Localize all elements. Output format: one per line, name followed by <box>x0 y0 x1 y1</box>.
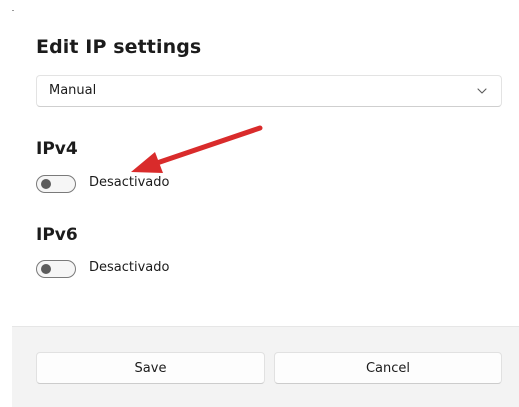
ipv4-toggle-row: Desactivado <box>36 174 236 196</box>
ipv6-heading: IPv6 <box>36 225 78 245</box>
ipv6-toggle-label: Desactivado <box>89 260 170 275</box>
ipv6-toggle-knob <box>41 264 51 274</box>
ipv6-toggle[interactable] <box>36 260 76 278</box>
edit-ip-settings-dialog: Edit IP settings Manual IPv4 Desactivado… <box>0 0 519 407</box>
dialog-title: Edit IP settings <box>36 36 202 58</box>
ip-assignment-dropdown[interactable]: Manual <box>36 75 502 107</box>
ipv4-toggle-knob <box>41 179 51 189</box>
ipv4-heading: IPv4 <box>36 139 78 159</box>
save-button[interactable]: Save <box>36 352 265 384</box>
ipv6-toggle-row: Desactivado <box>36 259 236 281</box>
cancel-button[interactable]: Cancel <box>274 352 502 384</box>
corner-mark <box>12 10 14 11</box>
ip-assignment-value: Manual <box>49 83 97 98</box>
ipv4-toggle-label: Desactivado <box>89 175 170 190</box>
chevron-down-icon <box>477 88 487 94</box>
ipv4-toggle[interactable] <box>36 175 76 193</box>
